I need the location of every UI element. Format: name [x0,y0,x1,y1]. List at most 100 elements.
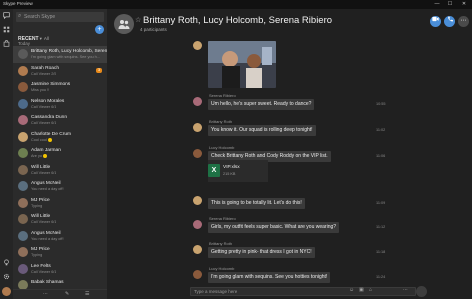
maximize-button[interactable]: ☐ [445,1,455,7]
contact-item[interactable]: Lee Felts Call Viewer 6/1 [13,261,107,278]
contact-item[interactable]: MJ Price Typing [13,195,107,212]
contact-item[interactable]: Cassandra Dunn Call Viewer 6/1 [13,112,107,129]
contact-status: Cool cool [31,137,52,142]
emoji-icon[interactable]: ☺ [349,287,354,293]
file-size: 215 KB [223,172,236,176]
message-bubble[interactable]: Girls, my outfit feels super basic. What… [208,222,340,233]
minimize-button[interactable]: — [432,1,442,7]
avatar[interactable] [193,196,202,205]
message-input[interactable] [194,288,354,295]
avatar [18,49,28,59]
image-icon[interactable]: ▣ [359,287,364,293]
recent-filter[interactable]: All [44,36,49,41]
contact-item[interactable]: MJ Price Typing [13,244,107,261]
favorite-star-icon[interactable]: ☆ [135,16,141,24]
chevron-down-icon[interactable]: ▾ [40,36,42,41]
message-time: 11:02 [376,128,386,132]
contact-item[interactable]: Adam Jarman Are yo [13,145,107,162]
more-icon[interactable]: ⋯ [43,291,48,297]
message-time: 10:55 [376,102,386,106]
user-avatar[interactable] [2,287,11,296]
contact-name: Sarah Roach [31,65,59,71]
contact-status: Call Viewer 2/5 [31,72,56,76]
lightbulb-icon[interactable] [2,259,11,268]
unread-badge: 3 [96,67,102,73]
sidebar-footer: ⋯ ✎ ☰ [13,289,107,299]
recent-header: RECENT▾ All + [18,25,104,42]
message-time: 11:09 [376,201,386,205]
shared-photo[interactable] [208,41,276,88]
contact-item[interactable]: Sarah Roach Call Viewer 2/5 3 [13,63,107,80]
emoji-icon [42,154,47,158]
avatar [18,197,28,208]
chat-icon[interactable] [2,12,11,21]
add-people-button[interactable]: ⋯ [458,16,469,27]
message-bubble[interactable]: Getting pretty in pink- that dress I got… [208,247,315,258]
contact-item[interactable]: Will Little Call Viewer 6/1 [13,162,107,179]
more-options-icon[interactable]: ⋯ [403,287,408,293]
contact-name: Brittany Roth, Lucy Holcomb, Serena... [31,49,107,54]
contact-name: Will Little [31,214,51,219]
edit-icon[interactable]: ✎ [65,291,69,297]
contact-status-text: Typing [31,253,43,257]
participants-count[interactable]: 4 participants [140,27,167,32]
contact-status: Are yo [31,154,47,158]
new-chat-button[interactable]: + [95,25,104,34]
contact-item[interactable]: Jasmine Simmons Miss you !! [13,79,107,96]
message-bubble[interactable]: This is going to be totally lit. Let's d… [208,198,305,209]
avatar [18,181,28,191]
contact-item[interactable]: Nelson Morales Call Viewer 6/1 [13,96,107,113]
file-attachment[interactable]: X VIP.xlsx 215 KB [208,160,268,182]
message-box: ☺ ▣ ⌂ ⋯ [190,287,416,296]
avatar [18,65,28,76]
search-icon: ⌕ [18,13,22,19]
group-avatar[interactable] [114,14,134,34]
avatar[interactable] [193,41,202,50]
avatar[interactable] [193,220,202,229]
avatar[interactable] [193,149,202,158]
message-bubble[interactable]: Um hello, he's super sweet. Ready to dan… [208,99,315,110]
contact-status-text: Miss you !! [31,88,50,92]
contact-item[interactable]: Brittany Roth, Lucy Holcomb, Serena... I'… [13,46,107,63]
avatar [18,230,28,241]
contact-status-text: You need a day off! [31,187,64,191]
contact-status: Miss you !! [31,88,49,92]
contact-name: Babak Shamas [31,280,64,285]
call-button[interactable] [444,16,455,27]
contacts-icon[interactable] [2,26,11,35]
contact-status-text: Call Viewer 6/1 [31,170,57,175]
bag-icon[interactable] [2,40,11,49]
avatar[interactable] [193,270,202,279]
avatar[interactable] [193,97,202,106]
contact-item[interactable]: Angus McNeil You need a day off! [13,178,107,195]
contact-status: Typing [31,253,42,257]
message-bubble[interactable]: You know it. Our squad is rolling deep t… [208,125,316,136]
contact-name: MJ Price [31,197,50,203]
contact-status-text: Call Viewer 6/1 [31,104,57,109]
attach-icon[interactable]: ⌂ [369,287,372,293]
message-time: 11:18 [376,250,386,254]
avatar [18,214,28,224]
contact-status: Call Viewer 6/1 [31,171,56,175]
contact-status: Call Viewer 6/1 [31,270,56,274]
search-input[interactable] [24,13,102,21]
contact-item[interactable]: Charlotte De Crum Cool cool [13,129,107,146]
close-button[interactable]: ✕ [459,1,469,7]
video-call-button[interactable] [430,16,441,27]
menu-icon[interactable]: ☰ [85,291,89,297]
chat-title: Brittany Roth, Lucy Holcomb, Serena Ribi… [143,15,333,26]
excel-file-icon: X [208,164,220,177]
avatar[interactable] [193,245,202,254]
gear-icon[interactable] [2,273,11,282]
contact-status-text: I'm going glam with sequins. See you h..… [31,55,100,59]
message-sender: Brittany Roth [209,119,233,124]
avatar[interactable] [193,123,202,132]
send-button[interactable] [416,286,427,297]
contact-item[interactable]: Angus McNeil You need a day off! [13,228,107,245]
message-sender: Lucy Holcomb [209,145,235,150]
contact-name: Nelson Morales [31,98,65,104]
contact-status: I'm going glam with sequins. See you h..… [31,55,100,59]
message-bubble[interactable]: I'm going glam with sequins. See you hot… [208,272,331,283]
contact-item[interactable]: Will Little Call Viewer 6/1 [13,211,107,228]
contact-status: You need a day off! [31,237,64,241]
